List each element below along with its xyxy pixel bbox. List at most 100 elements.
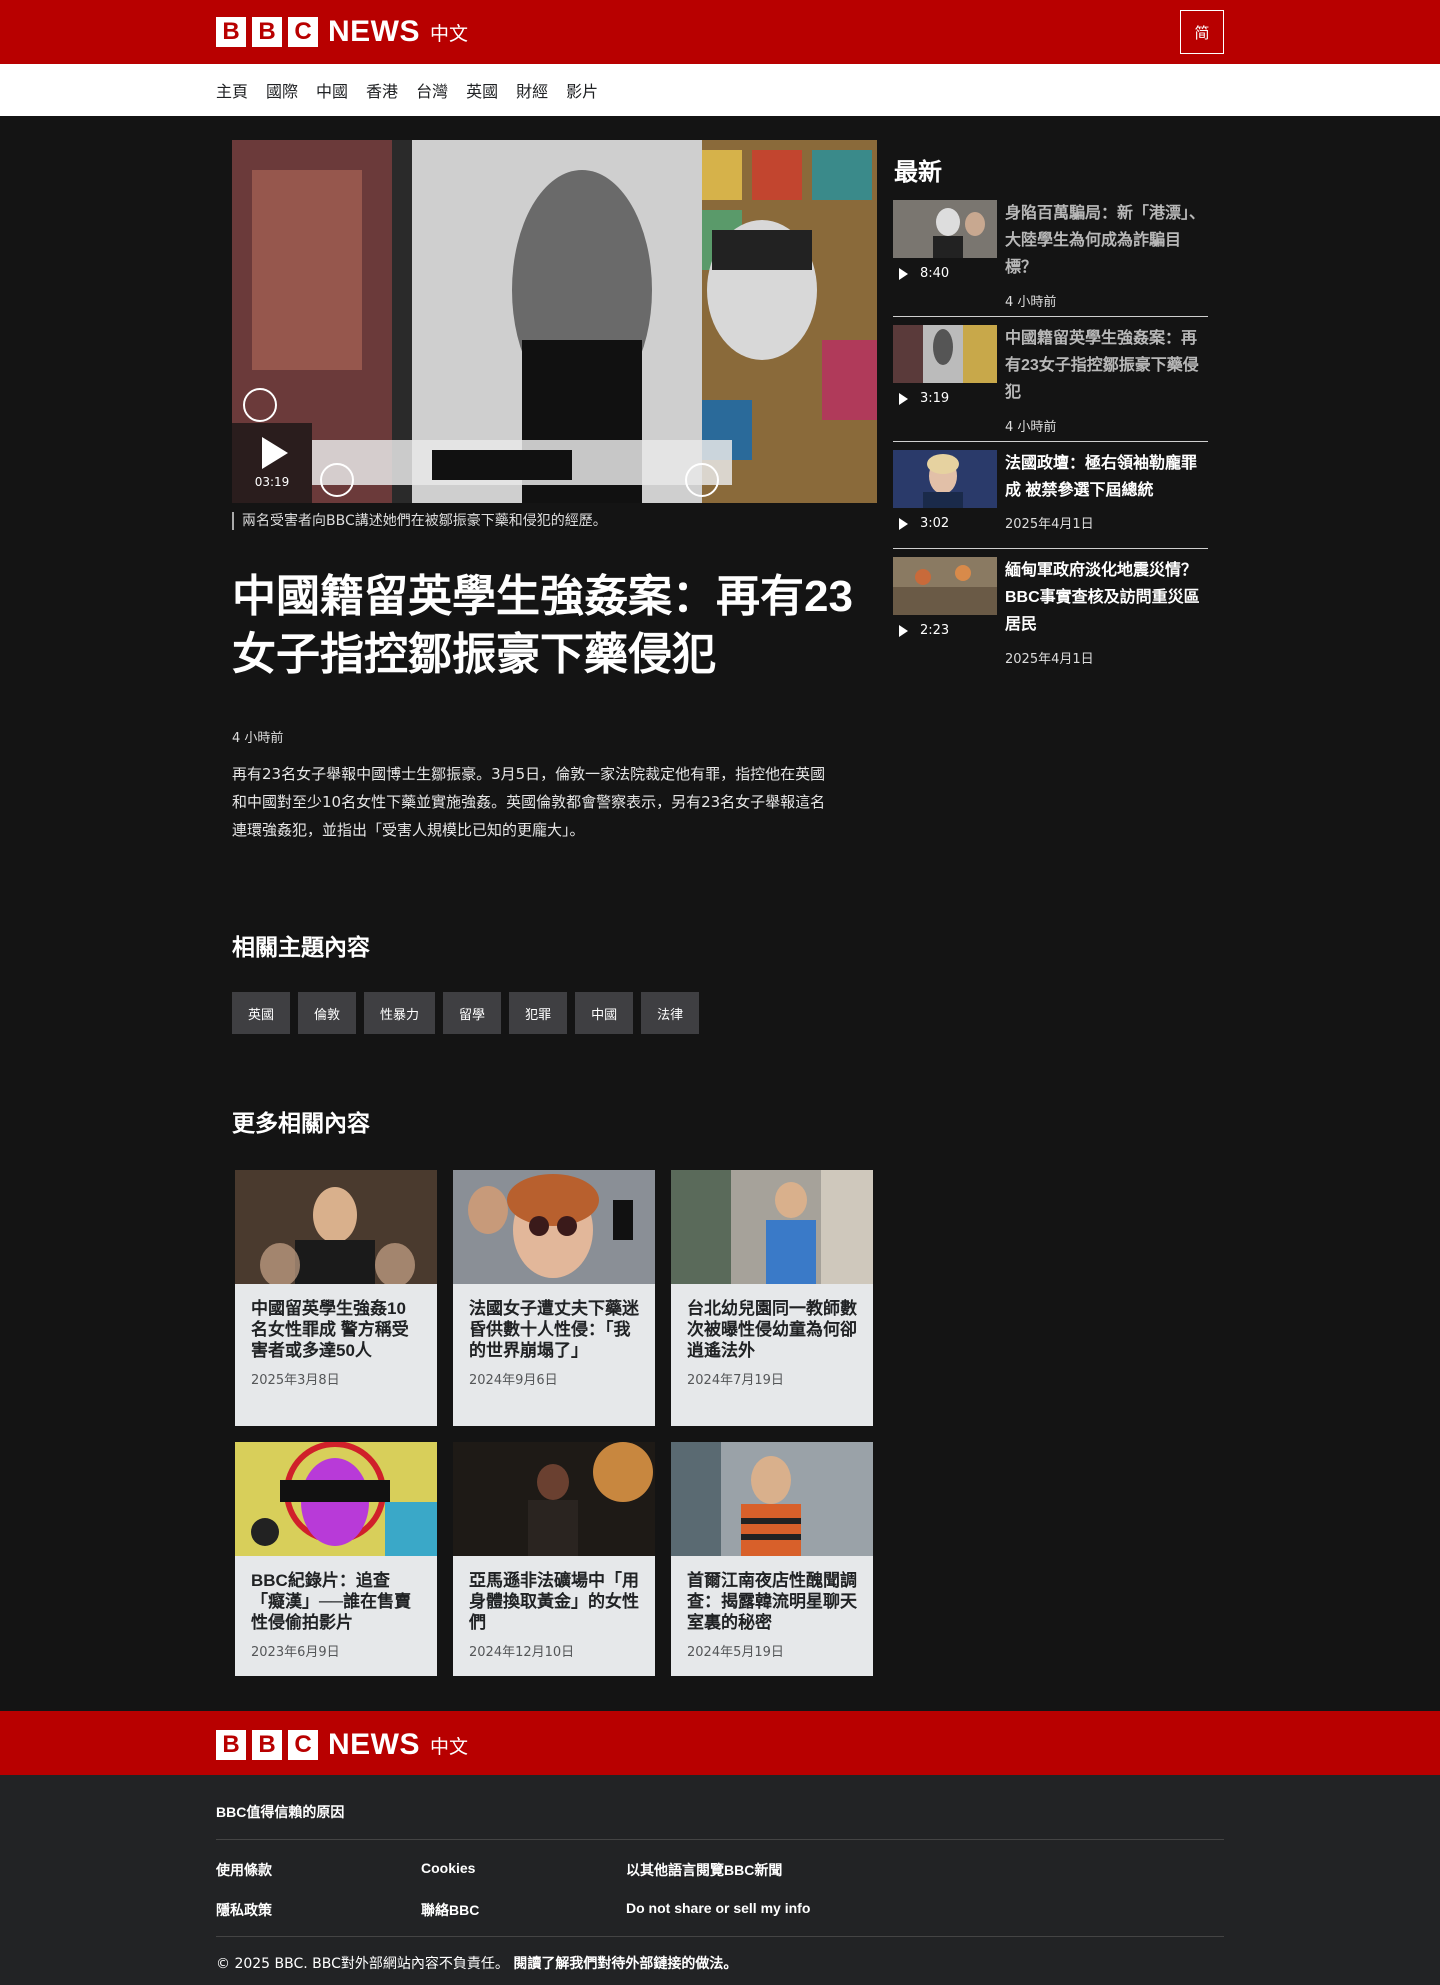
card-thumbnail xyxy=(453,1170,655,1284)
latest-date: 2025年4月1日 xyxy=(1005,652,1094,667)
external-links-policy-link[interactable]: 閱讀了解我們對待外部鏈接的做法。 xyxy=(513,1956,737,1972)
latest-title: 中國籍留英學生強姦案：再有23女子指控鄒振豪下藥侵犯 xyxy=(1005,330,1199,401)
footer-trust-link[interactable]: BBC值得信賴的原因 xyxy=(216,1802,344,1822)
footer-link-terms[interactable]: 使用條款 xyxy=(216,1860,272,1880)
card-date: 2024年12月10日 xyxy=(469,1645,575,1660)
footer-link-cookies[interactable]: Cookies xyxy=(421,1860,475,1876)
topic-tag[interactable]: 倫敦 xyxy=(298,992,357,1034)
video-caption: 兩名受害者向BBC講述她們在被鄒振豪下藥和侵犯的經歷。 xyxy=(232,512,607,530)
latest-play: 3:19 xyxy=(899,391,949,406)
related-card[interactable]: 法國女子遭丈夫下藥迷昏供數十人性侵：「我的世界崩塌了」 2024年9月6日 xyxy=(453,1170,655,1426)
nav-item-uk[interactable]: 英國 xyxy=(466,78,498,102)
related-card[interactable]: 亞馬遜非法礦場中「用身體換取黃金」的女性們 2024年12月10日 xyxy=(453,1442,655,1676)
nav-item-taiwan[interactable]: 台灣 xyxy=(416,78,448,102)
play-icon xyxy=(899,267,908,280)
footer-bar: B B C NEWS 中文 xyxy=(0,1711,1440,1775)
card-title: 亞馬遜非法礦場中「用身體換取黃金」的女性們 xyxy=(469,1571,639,1632)
nav-item-video[interactable]: 影片 xyxy=(566,78,598,102)
card-thumbnail xyxy=(671,1170,873,1284)
logo-letter: B xyxy=(252,17,282,47)
latest-divider xyxy=(893,316,1208,317)
nav-item-hong-kong[interactable]: 香港 xyxy=(366,78,398,102)
latest-duration: 3:02 xyxy=(920,516,950,531)
card-title: 首爾江南夜店性醜聞調查：揭露韓流明星聊天室裏的秘密 xyxy=(687,1571,857,1632)
nav-item-international[interactable]: 國際 xyxy=(266,78,298,102)
card-title: BBC紀錄片：追查「癡漢」──誰在售賣性侵偷拍影片 xyxy=(251,1571,412,1632)
related-card[interactable]: BBC紀錄片：追查「癡漢」──誰在售賣性侵偷拍影片 2023年6月9日 xyxy=(235,1442,437,1676)
related-card[interactable]: 中國留英學生強姦10名女性罪成 警方稱受害者或多達50人 2025年3月8日 xyxy=(235,1170,437,1426)
latest-play: 3:02 xyxy=(899,516,949,531)
latest-duration: 2:23 xyxy=(920,623,950,638)
hero-video-thumbnail xyxy=(232,140,877,503)
footer-link-privacy[interactable]: 隱私政策 xyxy=(216,1900,272,1920)
latest-date: 4 小時前 xyxy=(1005,295,1057,310)
play-icon xyxy=(262,437,288,469)
card-date: 2024年5月19日 xyxy=(687,1645,784,1660)
topic-tag[interactable]: 留學 xyxy=(443,992,502,1034)
latest-duration: 8:40 xyxy=(920,266,950,281)
footer-link-contact[interactable]: 聯絡BBC xyxy=(421,1900,479,1920)
footer-bbc-news-logo[interactable]: B B C NEWS 中文 xyxy=(216,1728,468,1762)
latest-item[interactable]: 3:02 法國政壇：極右領袖勒龐罪成 被禁參選下屆總統 2025年4月1日 xyxy=(893,450,1208,548)
latest-thumbnail xyxy=(893,325,997,383)
latest-item[interactable]: 2:23 緬甸軍政府淡化地震災情？BBC事實查核及訪問重災區居民 2025年4月… xyxy=(893,557,1208,673)
card-thumbnail xyxy=(671,1442,873,1556)
footer-link-other-languages[interactable]: 以其他語言閱覽BBC新聞 xyxy=(626,1860,782,1880)
latest-play: 8:40 xyxy=(899,266,949,281)
latest-heading: 最新 xyxy=(894,159,942,186)
card-title: 台北幼兒園同一教師數次被曝性侵幼童為何卻逍遙法外 xyxy=(687,1299,857,1360)
play-icon xyxy=(899,624,908,637)
logo-letter: B xyxy=(216,17,246,47)
card-date: 2023年6月9日 xyxy=(251,1645,340,1660)
copyright-text: © 2025 BBC. BBC對外部網站內容不負責任。 xyxy=(216,1956,509,1972)
latest-item[interactable]: 8:40 身陷百萬騙局：新「港漂」、大陸學生為何成為詐騙目標？ 4 小時前 xyxy=(893,200,1208,316)
bbc-news-logo[interactable]: B B C NEWS 中文 xyxy=(216,15,468,49)
card-thumbnail xyxy=(453,1442,655,1556)
nav-item-home[interactable]: 主頁 xyxy=(216,78,248,102)
logo-news: NEWS xyxy=(328,1728,420,1761)
latest-title: 緬甸軍政府淡化地震災情？BBC事實查核及訪問重災區居民 xyxy=(1005,562,1200,633)
logo-language: 中文 xyxy=(430,22,469,45)
card-title: 法國女子遭丈夫下藥迷昏供數十人性侵：「我的世界崩塌了」 xyxy=(469,1299,639,1360)
card-date: 2024年9月6日 xyxy=(469,1373,558,1388)
more-related-heading: 更多相關內容 xyxy=(232,1110,370,1136)
topic-tag[interactable]: 法律 xyxy=(641,992,700,1034)
topic-tag[interactable]: 性暴力 xyxy=(364,992,436,1034)
latest-date: 4 小時前 xyxy=(1005,420,1057,435)
primary-nav: 主頁 國際 中國 香港 台灣 英國 財經 影片 xyxy=(216,64,616,116)
card-title: 中國留英學生強姦10名女性罪成 警方稱受害者或多達50人 xyxy=(251,1299,409,1360)
topic-tag[interactable]: 犯罪 xyxy=(509,992,568,1034)
footer-divider xyxy=(216,1839,1224,1840)
footer: BBC值得信賴的原因 使用條款 Cookies 以其他語言閱覽BBC新聞 隱私政… xyxy=(0,1775,1440,1985)
footer-copyright: © 2025 BBC. BBC對外部網站內容不負責任。 閱讀了解我們對待外部鏈接… xyxy=(216,1953,737,1973)
related-card[interactable]: 首爾江南夜店性醜聞調查：揭露韓流明星聊天室裏的秘密 2024年5月19日 xyxy=(671,1442,873,1676)
related-card[interactable]: 台北幼兒園同一教師數次被曝性侵幼童為何卻逍遙法外 2024年7月19日 xyxy=(671,1170,873,1426)
topics-heading: 相關主題內容 xyxy=(232,934,370,960)
logo-letter: C xyxy=(288,17,318,47)
topic-tag[interactable]: 英國 xyxy=(232,992,291,1034)
play-button[interactable]: 03:19 xyxy=(232,423,312,503)
latest-divider xyxy=(893,441,1208,442)
logo-letter: B xyxy=(216,1730,246,1760)
article-timestamp: 4 小時前 xyxy=(232,731,284,746)
footer-link-do-not-sell[interactable]: Do not share or sell my info xyxy=(626,1900,810,1916)
latest-item[interactable]: 3:19 中國籍留英學生強姦案：再有23女子指控鄒振豪下藥侵犯 4 小時前 xyxy=(893,325,1208,441)
simplified-chinese-toggle[interactable]: 简 xyxy=(1180,10,1224,54)
article-headline: 中國籍留英學生強姦案：再有23女子指控鄒振豪下藥侵犯 xyxy=(232,572,853,679)
nav-item-finance[interactable]: 財經 xyxy=(516,78,548,102)
hero-video-player[interactable]: 03:19 xyxy=(232,140,877,503)
latest-thumbnail xyxy=(893,200,997,258)
card-thumbnail xyxy=(235,1170,437,1284)
latest-title: 身陷百萬騙局：新「港漂」、大陸學生為何成為詐騙目標？ xyxy=(1005,205,1206,276)
logo-news: NEWS xyxy=(328,15,420,48)
logo-letter: B xyxy=(252,1730,282,1760)
topic-tags: 英國 倫敦 性暴力 留學 犯罪 中國 法律 xyxy=(232,992,707,1034)
latest-thumbnail xyxy=(893,557,997,615)
logo-language: 中文 xyxy=(430,1735,469,1758)
nav-item-china[interactable]: 中國 xyxy=(316,78,348,102)
latest-thumbnail xyxy=(893,450,997,508)
latest-title: 法國政壇：極右領袖勒龐罪成 被禁參選下屆總統 xyxy=(1005,455,1198,499)
topic-tag[interactable]: 中國 xyxy=(575,992,634,1034)
video-duration: 03:19 xyxy=(254,475,290,489)
latest-duration: 3:19 xyxy=(920,391,950,406)
